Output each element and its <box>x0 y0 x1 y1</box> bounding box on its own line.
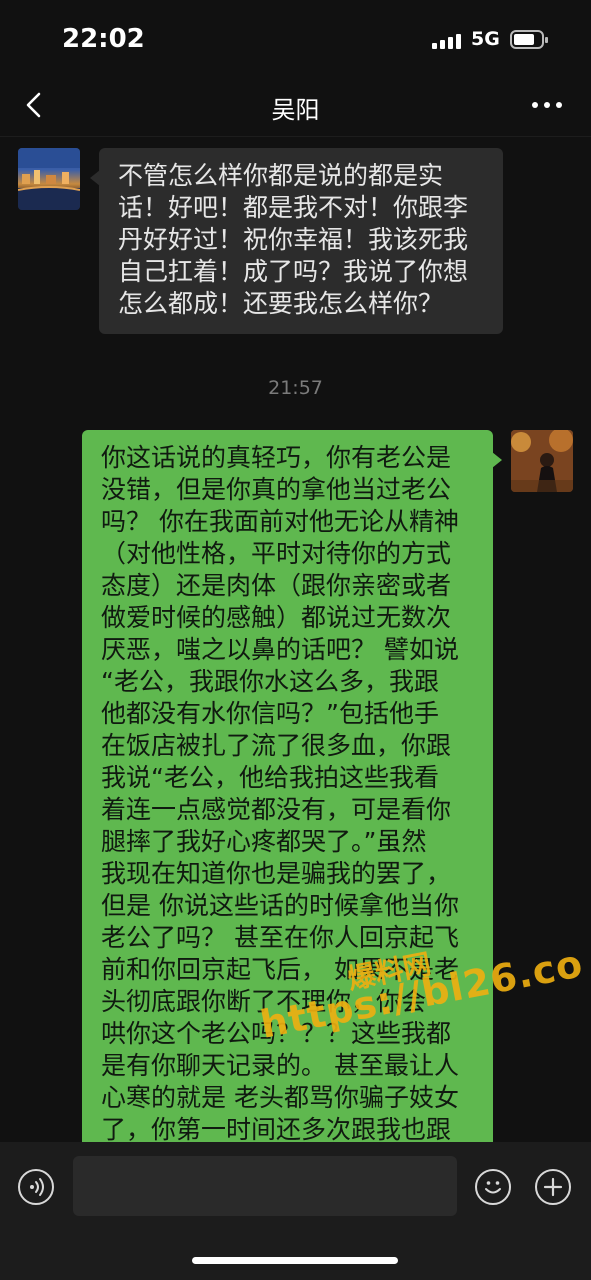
status-bar: 22:02 5G <box>0 0 591 78</box>
message-input[interactable] <box>73 1156 457 1216</box>
chat-header: 吴阳 <box>0 78 591 137</box>
chat-title: 吴阳 <box>271 96 320 124</box>
message-timestamp: 21:57 <box>268 377 323 399</box>
plus-icon[interactable] <box>535 1169 571 1205</box>
contact-avatar[interactable] <box>18 148 80 210</box>
battery-icon <box>510 30 548 49</box>
outgoing-message-bubble[interactable]: 你这话说的真轻巧，你有老公是 没错，但是你真的拿他当过老公 吗？ 你在我面前对他… <box>82 430 502 1170</box>
emoji-icon[interactable] <box>475 1169 511 1205</box>
status-time: 22:02 <box>62 24 145 54</box>
signal-icon <box>432 33 462 49</box>
network-type: 5G <box>471 28 500 50</box>
more-options-icon[interactable] <box>532 100 564 110</box>
incoming-message-bubble[interactable]: 不管怎么样你都是说的都是实 话！好吧！都是我不对！你跟李 丹好好过！祝你幸福！我… <box>90 148 503 334</box>
voice-icon[interactable] <box>18 1169 54 1205</box>
my-avatar[interactable] <box>511 430 573 492</box>
home-indicator[interactable] <box>192 1257 398 1264</box>
